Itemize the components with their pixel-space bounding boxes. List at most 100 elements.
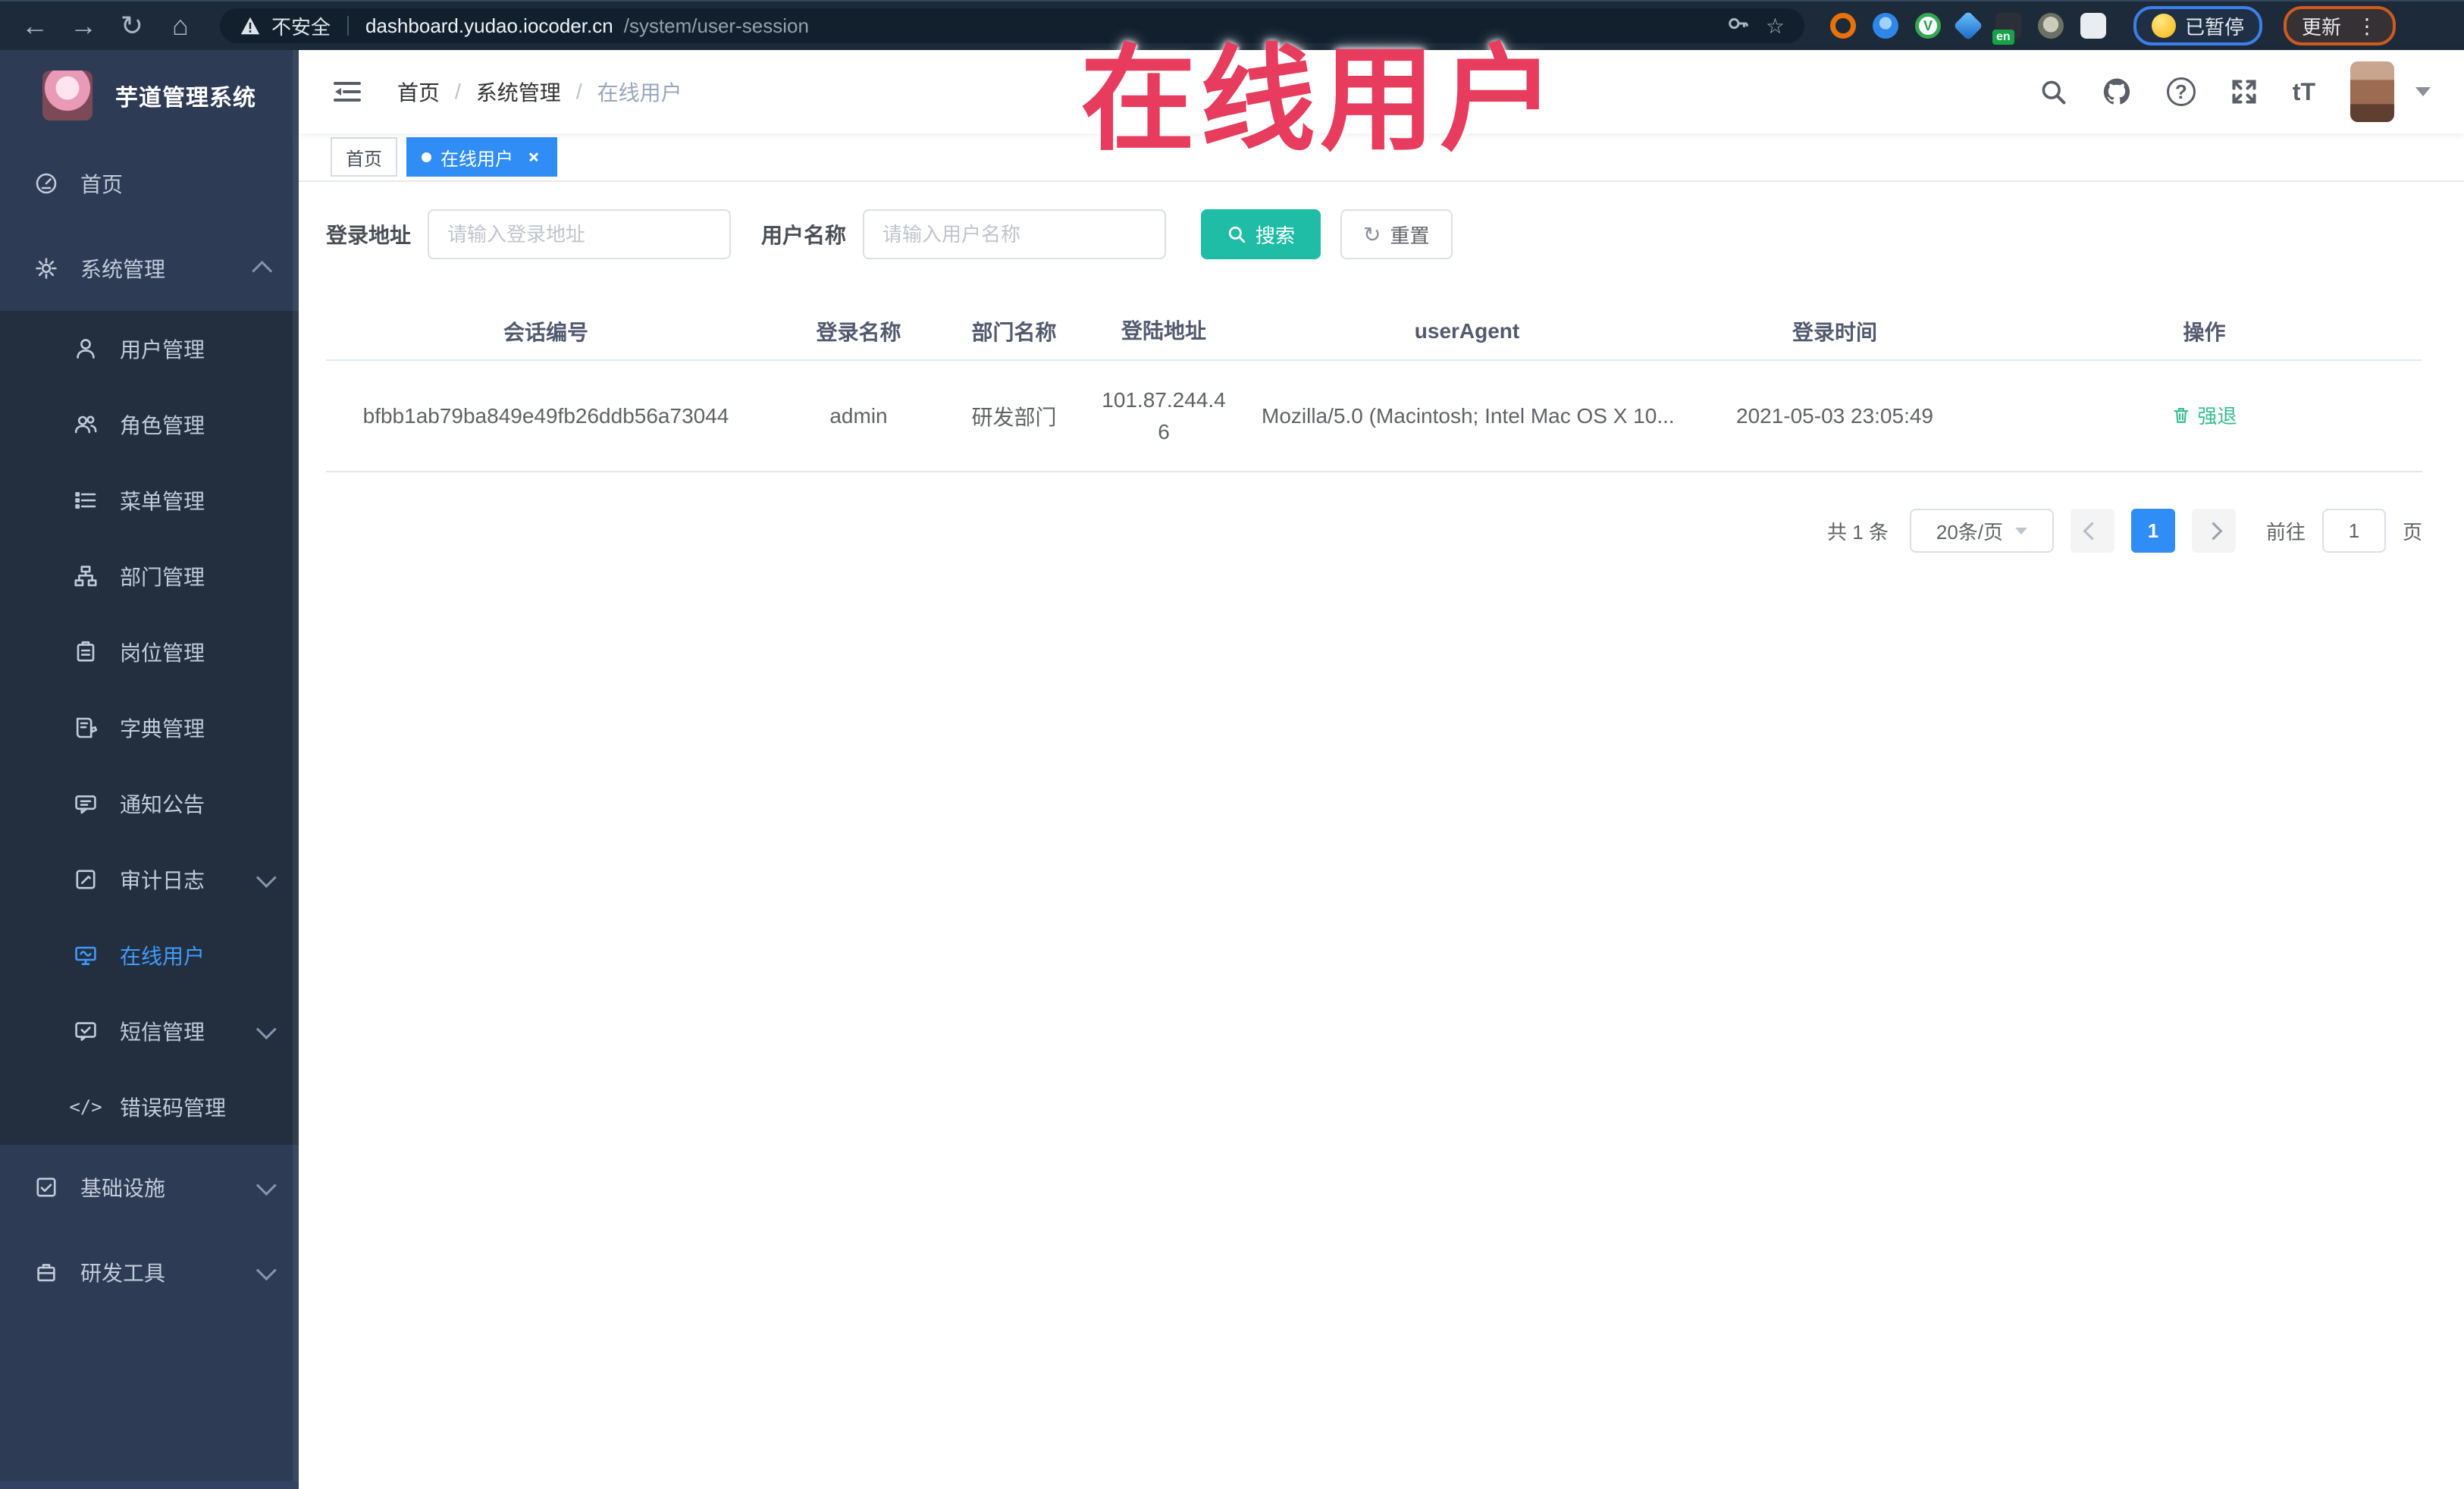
address-bar[interactable]: 不安全 dashboard.yudao.iocoder.cn/system/us… bbox=[220, 8, 1804, 43]
sidebar-item-post-mgmt[interactable]: 岗位管理 bbox=[0, 614, 299, 690]
sidebar-item-home[interactable]: 首页 bbox=[0, 141, 299, 226]
url-host: dashboard.yudao.iocoder.cn bbox=[365, 14, 613, 37]
username-input[interactable] bbox=[863, 209, 1167, 259]
error-code-icon: </> bbox=[69, 1096, 102, 1118]
users-icon bbox=[73, 412, 99, 437]
sidebar-scrollbar[interactable] bbox=[293, 50, 299, 1489]
password-key-icon[interactable] bbox=[1726, 12, 1749, 40]
breadcrumb-separator: / bbox=[575, 80, 582, 103]
announcement-icon bbox=[73, 791, 99, 817]
sidebar-item-audit-log[interactable]: 审计日志 bbox=[0, 842, 299, 917]
search-button[interactable]: 搜索 bbox=[1201, 209, 1321, 259]
content: 登录地址 用户名称 搜索 ↻ 重置 会话编号 bbox=[299, 182, 2464, 1489]
reload-icon[interactable]: ↻ bbox=[111, 3, 153, 49]
cell-actions: 强退 bbox=[1986, 401, 2422, 431]
extension-pin-icon[interactable] bbox=[1873, 13, 1898, 39]
hamburger-icon[interactable] bbox=[332, 79, 362, 105]
cell-ip: 101.87.244.46 bbox=[1102, 387, 1226, 444]
home-icon[interactable]: ⌂ bbox=[159, 3, 202, 49]
app-logo bbox=[42, 71, 92, 121]
app-logo-row[interactable]: 芋道管理系统 bbox=[0, 50, 299, 141]
avatar-caret-icon[interactable] bbox=[2415, 87, 2431, 96]
not-secure-warning-icon bbox=[240, 16, 261, 36]
org-tree-icon bbox=[73, 563, 99, 589]
tag-home[interactable]: 首页 bbox=[331, 137, 397, 177]
chevron-down-icon bbox=[255, 867, 277, 888]
extension-v-icon[interactable]: V bbox=[1915, 13, 1941, 39]
paused-badge[interactable]: 已暂停 bbox=[2133, 6, 2263, 45]
chevron-right-icon bbox=[2204, 521, 2223, 541]
reset-button[interactable]: ↻ 重置 bbox=[1340, 209, 1453, 259]
breadcrumb-home[interactable]: 首页 bbox=[397, 77, 440, 107]
chevron-down-icon bbox=[255, 1259, 277, 1281]
sidebar-item-notice[interactable]: 通知公告 bbox=[0, 766, 299, 842]
col-session-id: 会话编号 bbox=[503, 321, 588, 344]
emoji-face-icon bbox=[2152, 14, 2176, 38]
sidebar-item-dict-mgmt[interactable]: 字典管理 bbox=[0, 690, 299, 766]
extension-ring-icon[interactable] bbox=[1830, 13, 1856, 39]
table-header-row: 会话编号 登录名称 部门名称 登陆地址 userAgent 登录时间 操作 bbox=[326, 303, 2422, 361]
extension-monkey-icon[interactable] bbox=[2038, 13, 2064, 39]
sidebar-item-system[interactable]: 系统管理 bbox=[0, 226, 299, 311]
cell-login-time: 2021-05-03 23:05:49 bbox=[1736, 403, 1933, 428]
back-icon[interactable]: ← bbox=[14, 3, 56, 49]
security-label: 不安全 bbox=[271, 15, 331, 39]
page-size-select[interactable]: 20条/页 bbox=[1909, 509, 2054, 553]
dictionary-icon bbox=[73, 715, 99, 741]
page-unit-label: 页 bbox=[2402, 520, 2422, 544]
force-logout-button[interactable]: 强退 bbox=[2171, 401, 2237, 429]
paused-label: 已暂停 bbox=[2185, 15, 2245, 39]
update-button[interactable]: 更新 ⋮ bbox=[2284, 6, 2397, 45]
sidebar-item-error-code[interactable]: </> 错误码管理 bbox=[0, 1069, 299, 1145]
online-users-icon bbox=[73, 942, 99, 968]
breadcrumb-system[interactable]: 系统管理 bbox=[476, 77, 561, 107]
current-page[interactable]: 1 bbox=[2130, 509, 2175, 553]
cell-session-id: bfbb1ab79ba849e49fb26ddb56a73044 bbox=[362, 403, 729, 428]
sms-icon bbox=[73, 1018, 99, 1044]
update-label: 更新 bbox=[2302, 15, 2342, 39]
main-area: 首页 / 系统管理 / 在线用户 ? tT 首页 在线用户 登录地址 请输入登录… bbox=[299, 50, 2464, 1489]
sidebar-item-infrastructure[interactable]: 基础设施 bbox=[0, 1145, 299, 1230]
sidebar-item-devtools[interactable]: 研发工具 bbox=[0, 1230, 299, 1315]
col-dept: 部门名称 bbox=[971, 321, 1057, 344]
forward-icon[interactable]: → bbox=[62, 3, 105, 49]
fullscreen-icon[interactable] bbox=[2230, 78, 2258, 105]
sidebar-item-user-mgmt[interactable]: 用户管理 bbox=[0, 311, 299, 387]
help-icon[interactable]: ? bbox=[2166, 77, 2196, 106]
browser-menu-icon[interactable]: ⋮ bbox=[2356, 14, 2378, 39]
sidebar-item-role-mgmt[interactable]: 角色管理 bbox=[0, 387, 299, 462]
tag-online-users[interactable]: 在线用户 bbox=[406, 137, 557, 177]
dashboard-icon bbox=[33, 171, 59, 196]
header-actions: ? tT bbox=[2039, 61, 2431, 122]
address-separator bbox=[347, 16, 350, 36]
tag-close-icon[interactable] bbox=[525, 149, 542, 165]
breadcrumb-current: 在线用户 bbox=[597, 81, 682, 105]
user-icon bbox=[73, 336, 99, 362]
audit-log-icon bbox=[73, 867, 99, 892]
github-icon[interactable] bbox=[2102, 77, 2132, 107]
chevron-up-icon bbox=[252, 260, 273, 281]
bookmark-star-icon[interactable]: ☆ bbox=[1766, 14, 1785, 39]
screen: ← → ↻ ⌂ 不安全 dashboard.yudao.iocoder.cn/s… bbox=[0, 0, 2464, 1489]
sidebar-item-online-users[interactable]: 在线用户 bbox=[0, 917, 299, 993]
pagination-total: 共 1 条 bbox=[1827, 520, 1889, 544]
login-address-label: 登录地址 bbox=[326, 224, 412, 247]
browser-toolbar: ← → ↻ ⌂ 不安全 dashboard.yudao.iocoder.cn/s… bbox=[0, 0, 2464, 50]
search-icon[interactable] bbox=[2039, 78, 2067, 105]
next-page-button[interactable] bbox=[2191, 509, 2236, 553]
login-address-input[interactable] bbox=[428, 209, 732, 259]
sidebar-item-dept-mgmt[interactable]: 部门管理 bbox=[0, 538, 299, 614]
font-size-icon[interactable]: tT bbox=[2293, 78, 2315, 106]
sidebar-item-menu-mgmt[interactable]: 菜单管理 bbox=[0, 462, 299, 538]
extensions-puzzle-icon[interactable] bbox=[2080, 13, 2106, 39]
col-user-agent: userAgent bbox=[1414, 319, 1520, 343]
devtools-icon bbox=[33, 1259, 59, 1285]
goto-page-input[interactable] bbox=[2321, 509, 2386, 553]
extension-translate-icon[interactable]: en bbox=[1992, 13, 2021, 45]
user-avatar[interactable] bbox=[2350, 61, 2394, 122]
col-username: 登录名称 bbox=[816, 321, 901, 344]
sidebar-item-sms-mgmt[interactable]: 短信管理 bbox=[0, 993, 299, 1069]
col-login-time: 登录时间 bbox=[1792, 321, 1877, 344]
prev-page-button[interactable] bbox=[2070, 509, 2114, 553]
extension-diamond-icon[interactable] bbox=[1953, 11, 1983, 41]
